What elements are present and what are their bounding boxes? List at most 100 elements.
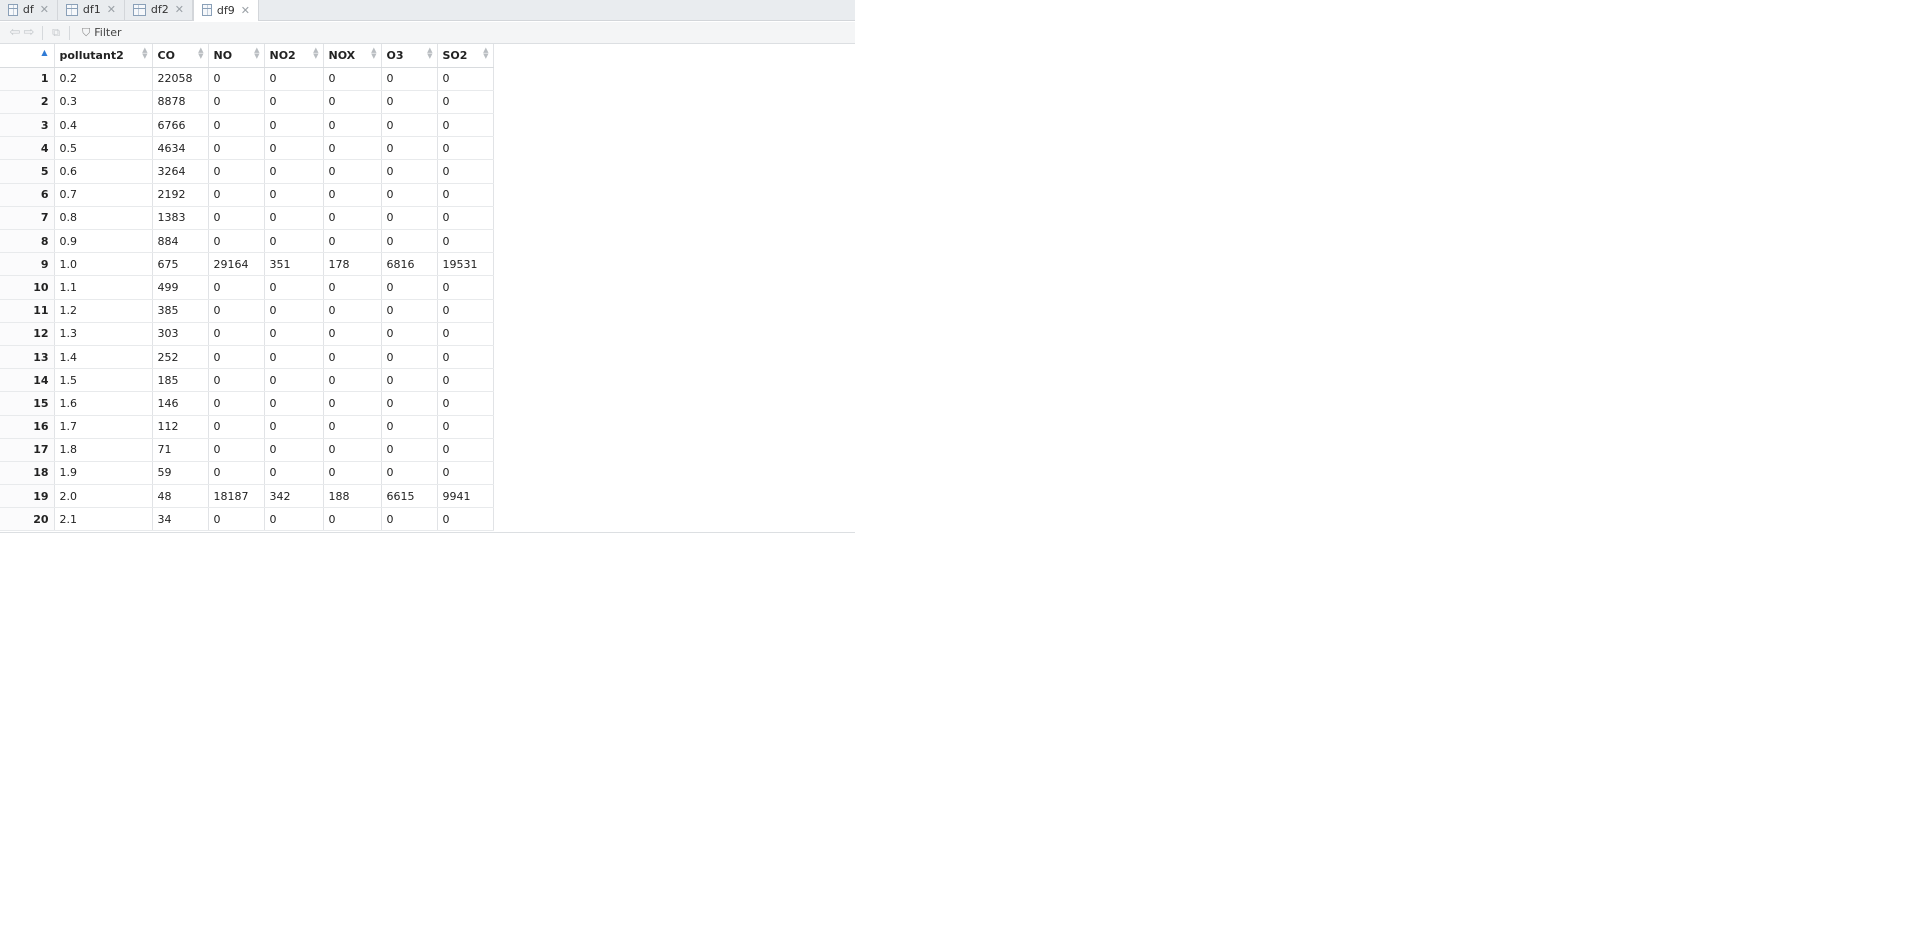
table-cell[interactable]: 0: [437, 113, 494, 138]
table-cell[interactable]: 0: [264, 438, 324, 462]
table-cell[interactable]: 351: [264, 252, 324, 277]
table-cell[interactable]: 0: [437, 206, 494, 231]
table-cell[interactable]: 0: [208, 461, 265, 486]
table-cell[interactable]: 0: [437, 507, 494, 532]
table-cell[interactable]: 0: [208, 507, 265, 532]
arrow-left-icon[interactable]: ⇦: [8, 25, 22, 40]
row-number[interactable]: 20: [0, 507, 55, 532]
table-cell[interactable]: 0: [437, 183, 494, 207]
table-cell[interactable]: 0: [437, 67, 494, 91]
table-cell[interactable]: 4634: [152, 136, 209, 161]
table-cell[interactable]: 0.6: [54, 159, 153, 184]
table-cell[interactable]: 0: [381, 368, 438, 393]
table-cell[interactable]: 1.6: [54, 391, 153, 416]
table-cell[interactable]: 0.5: [54, 136, 153, 161]
table-cell[interactable]: 0.3: [54, 90, 153, 115]
table-cell[interactable]: 0: [323, 229, 382, 254]
table-cell[interactable]: 0: [381, 113, 438, 138]
table-cell[interactable]: 1.1: [54, 275, 153, 300]
table-cell[interactable]: 0: [264, 159, 324, 184]
table-cell[interactable]: 112: [152, 415, 209, 439]
table-cell[interactable]: 0: [323, 159, 382, 184]
row-number[interactable]: 4: [0, 136, 55, 161]
tab-df1[interactable]: df1 ✕: [58, 0, 125, 20]
table-cell[interactable]: 0.4: [54, 113, 153, 138]
table-cell[interactable]: 178: [323, 252, 382, 277]
row-number[interactable]: 13: [0, 345, 55, 370]
table-cell[interactable]: 0.8: [54, 206, 153, 231]
row-number[interactable]: 8: [0, 229, 55, 254]
table-cell[interactable]: 0: [264, 67, 324, 91]
table-cell[interactable]: 0: [437, 368, 494, 393]
table-cell[interactable]: 0: [323, 275, 382, 300]
table-cell[interactable]: 1.8: [54, 438, 153, 462]
table-cell[interactable]: 8878: [152, 90, 209, 115]
table-cell[interactable]: 0: [323, 368, 382, 393]
table-cell[interactable]: 6816: [381, 252, 438, 277]
table-cell[interactable]: 0: [264, 415, 324, 439]
table-cell[interactable]: 385: [152, 299, 209, 323]
table-cell[interactable]: 0: [208, 113, 265, 138]
table-cell[interactable]: 0: [381, 275, 438, 300]
row-number[interactable]: 17: [0, 438, 55, 462]
row-number[interactable]: 2: [0, 90, 55, 115]
table-cell[interactable]: 0: [264, 391, 324, 416]
table-cell[interactable]: 9941: [437, 484, 494, 509]
table-cell[interactable]: 0: [264, 368, 324, 393]
row-number[interactable]: 5: [0, 159, 55, 184]
table-cell[interactable]: 675: [152, 252, 209, 277]
table-cell[interactable]: 0: [208, 275, 265, 300]
tab-df[interactable]: df ✕: [0, 0, 58, 20]
row-number[interactable]: 3: [0, 113, 55, 138]
table-cell[interactable]: 0: [323, 136, 382, 161]
table-cell[interactable]: 0: [208, 391, 265, 416]
table-cell[interactable]: 0: [381, 299, 438, 323]
row-number[interactable]: 9: [0, 252, 55, 277]
table-cell[interactable]: 0: [381, 415, 438, 439]
table-cell[interactable]: 0: [208, 368, 265, 393]
table-cell[interactable]: 0: [323, 67, 382, 91]
table-cell[interactable]: 499: [152, 275, 209, 300]
filter-button[interactable]: ⛉ Filter: [82, 26, 122, 40]
column-header-co[interactable]: CO ▲ ▼: [152, 44, 209, 68]
table-cell[interactable]: 0: [208, 67, 265, 91]
table-cell[interactable]: 0.2: [54, 67, 153, 91]
table-cell[interactable]: 2.0: [54, 484, 153, 509]
row-number[interactable]: 6: [0, 183, 55, 207]
table-cell[interactable]: 0: [437, 275, 494, 300]
table-cell[interactable]: 0: [437, 415, 494, 439]
row-number[interactable]: 11: [0, 299, 55, 323]
table-cell[interactable]: 0: [264, 345, 324, 370]
table-cell[interactable]: 0: [323, 391, 382, 416]
close-icon[interactable]: ✕: [175, 3, 184, 16]
row-number[interactable]: 14: [0, 368, 55, 393]
table-cell[interactable]: 22058: [152, 67, 209, 91]
row-number[interactable]: 16: [0, 415, 55, 439]
table-cell[interactable]: 0: [323, 415, 382, 439]
column-header-nox[interactable]: NOX ▲ ▼: [323, 44, 382, 68]
table-cell[interactable]: 0: [437, 322, 494, 346]
close-icon[interactable]: ✕: [107, 3, 116, 16]
popout-icon[interactable]: ⧉: [49, 26, 63, 40]
table-cell[interactable]: 0: [437, 159, 494, 184]
table-cell[interactable]: 0: [208, 322, 265, 346]
table-cell[interactable]: 59: [152, 461, 209, 486]
row-number[interactable]: 7: [0, 206, 55, 231]
table-cell[interactable]: 146: [152, 391, 209, 416]
table-cell[interactable]: 0: [264, 206, 324, 231]
row-number[interactable]: 19: [0, 484, 55, 509]
close-icon[interactable]: ✕: [241, 4, 250, 17]
table-cell[interactable]: 19531: [437, 252, 494, 277]
table-cell[interactable]: 0: [323, 438, 382, 462]
table-cell[interactable]: 48: [152, 484, 209, 509]
tab-df9[interactable]: df9 ✕: [193, 0, 259, 21]
table-cell[interactable]: 0: [323, 345, 382, 370]
table-cell[interactable]: 0: [208, 159, 265, 184]
table-cell[interactable]: 0: [264, 322, 324, 346]
table-cell[interactable]: 0: [437, 345, 494, 370]
arrow-right-icon[interactable]: ⇨: [22, 25, 36, 40]
table-cell[interactable]: 1.3: [54, 322, 153, 346]
table-cell[interactable]: 0: [381, 206, 438, 231]
table-cell[interactable]: 6766: [152, 113, 209, 138]
table-cell[interactable]: 0.7: [54, 183, 153, 207]
